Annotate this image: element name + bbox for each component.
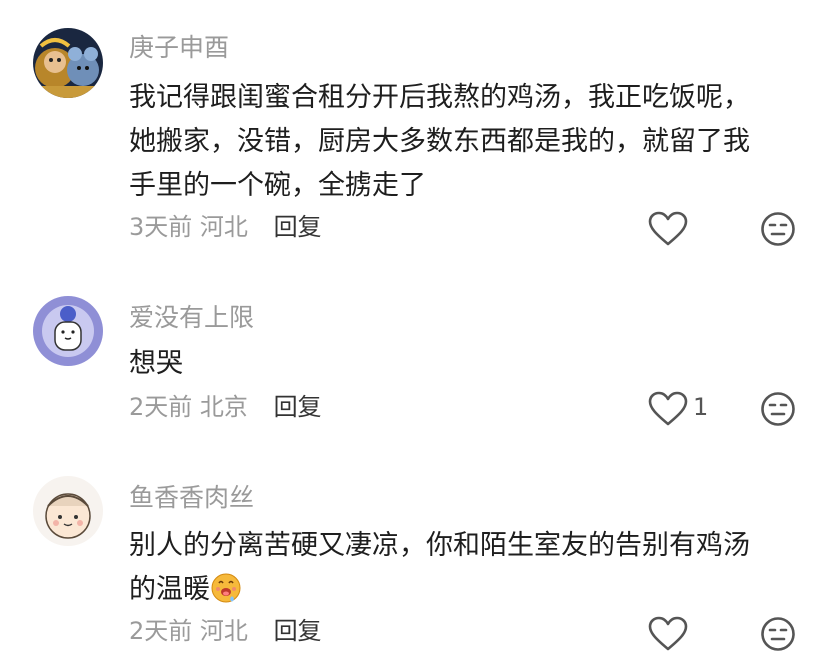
timestamp: 3天前 — [129, 213, 193, 241]
username[interactable]: 庚子申酉 — [129, 33, 229, 63]
like-button[interactable] — [648, 391, 688, 427]
avatar[interactable] — [33, 476, 103, 546]
comment-text: 别人的分离苦硬又凄凉，你和陌生室友的告别有鸡汤 的温暖 — [129, 524, 799, 612]
comment-text: 我记得跟闺蜜合租分开后我熬的鸡汤，我正吃饭呢， 她搬家，没错，厨房大多数东西都是… — [129, 76, 799, 208]
comment-meta: 2天前 河北 回复 — [129, 616, 322, 646]
avatar[interactable] — [33, 296, 103, 366]
comment-line: 她搬家，没错，厨房大多数东西都是我的，就留了我 — [129, 126, 750, 157]
dislike-button[interactable] — [760, 211, 796, 247]
location: 河北 — [199, 213, 248, 241]
username[interactable]: 鱼香香肉丝 — [129, 483, 254, 513]
reply-button[interactable]: 回复 — [274, 617, 322, 645]
heart-outline-icon — [648, 391, 688, 426]
avatar[interactable] — [33, 28, 103, 98]
neutral-face-icon — [761, 617, 795, 651]
comment-item: 庚子申酉 我记得跟闺蜜合租分开后我熬的鸡汤，我正吃饭呢， 她搬家，没错，厨房大多… — [0, 0, 828, 270]
comment-line: 别人的分离苦硬又凄凉，你和陌生室友的告别有鸡汤 — [129, 530, 750, 561]
location: 北京 — [199, 393, 248, 421]
comment-item: 爱没有上限 想哭 2天前 北京 回复 1 — [0, 270, 828, 450]
comment-line: 手里的一个碗，全掳走了 — [129, 170, 426, 201]
location: 河北 — [199, 617, 248, 645]
comment-text: 想哭 — [129, 342, 799, 386]
comment-line: 想哭 — [129, 348, 183, 379]
avatar-bear-image — [33, 296, 103, 366]
comment-line: 的温暖 — [129, 574, 210, 605]
comment-item: 鱼香香肉丝 别人的分离苦硬又凄凉，你和陌生室友的告别有鸡汤 的温暖 2天前 河北… — [0, 450, 828, 664]
like-button[interactable] — [648, 211, 688, 247]
reply-button[interactable]: 回复 — [274, 213, 322, 241]
neutral-face-icon — [761, 212, 795, 246]
neutral-face-icon — [761, 392, 795, 426]
heart-outline-icon — [648, 616, 688, 651]
comment-meta: 3天前 河北 回复 — [129, 212, 322, 242]
avatar-cartoon-face-image — [33, 476, 103, 546]
heart-outline-icon — [648, 211, 688, 246]
comment-line: 我记得跟闺蜜合租分开后我熬的鸡汤，我正吃饭呢， — [129, 82, 750, 113]
comment-line-with-emoji: 的温暖 — [129, 568, 799, 612]
like-button[interactable] — [648, 616, 688, 652]
comment-meta: 2天前 北京 回复 — [129, 392, 322, 422]
reply-button[interactable]: 回复 — [274, 393, 322, 421]
timestamp: 2天前 — [129, 617, 193, 645]
avatar-monkey-rat-image — [33, 28, 103, 98]
dislike-button[interactable] — [760, 616, 796, 652]
username[interactable]: 爱没有上限 — [129, 303, 254, 333]
drooling-face-emoji — [210, 571, 242, 603]
dislike-button[interactable] — [760, 391, 796, 427]
timestamp: 2天前 — [129, 393, 193, 421]
like-count: 1 — [693, 393, 709, 421]
